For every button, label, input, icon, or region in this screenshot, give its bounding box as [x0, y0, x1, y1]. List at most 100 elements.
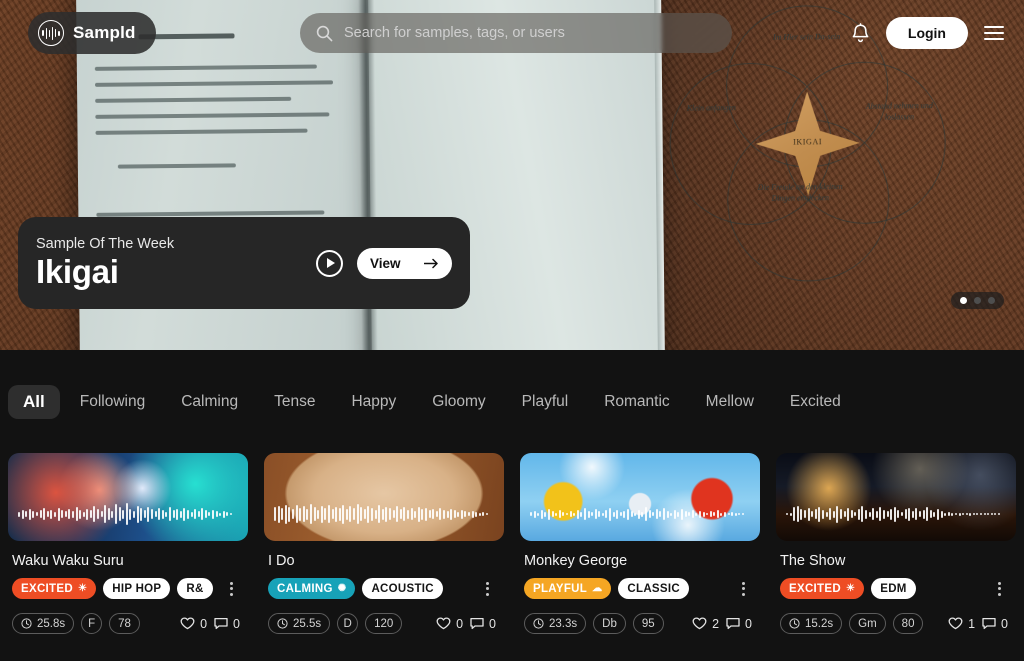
waveform-circle-icon — [38, 20, 64, 46]
mood-badge-label: EXCITED — [21, 582, 73, 595]
genre-tag[interactable]: HIP HOP — [103, 578, 171, 599]
bell-icon[interactable] — [851, 22, 870, 44]
tab-excited[interactable]: Excited — [774, 385, 857, 419]
duration-value: 15.2s — [805, 617, 834, 630]
sample-tags: PLAYFUL ☁ CLASSIC — [524, 578, 760, 599]
sample-tags: CALMING ✺ ACOUSTIC — [268, 578, 504, 599]
duration-pill: 15.2s — [780, 613, 843, 634]
kebab-menu-icon[interactable] — [483, 579, 492, 599]
waveform[interactable] — [530, 501, 750, 527]
hero-eyebrow: Sample Of The Week — [36, 235, 175, 252]
heart-icon — [436, 617, 451, 630]
tab-mellow[interactable]: Mellow — [690, 385, 770, 419]
sample-thumbnail[interactable] — [264, 453, 504, 541]
sample-thumbnail[interactable] — [520, 453, 760, 541]
bpm-pill: 78 — [109, 613, 140, 634]
like-stat[interactable]: 0 — [180, 617, 207, 631]
key-pill: Gm — [849, 613, 886, 634]
social-stats: 0 0 — [180, 617, 240, 631]
bpm-pill: 80 — [892, 613, 924, 634]
genre-tag[interactable]: CLASSIC — [618, 578, 689, 599]
venn-label-left: Klein anfangen — [686, 103, 736, 113]
carousel-dots[interactable] — [951, 292, 1004, 309]
carousel-dot-3[interactable] — [988, 297, 995, 304]
comment-stat[interactable]: 0 — [470, 617, 496, 631]
comment-icon — [214, 617, 228, 630]
sample-stats: 25.5s D 120 0 0 — [268, 613, 504, 634]
comment-stat[interactable]: 0 — [214, 617, 240, 631]
tab-tense[interactable]: Tense — [258, 385, 331, 419]
sample-card: I Do CALMING ✺ ACOUSTIC 25.5s D 120 0 0 — [256, 453, 512, 634]
like-stat[interactable]: 1 — [948, 617, 975, 631]
waveform[interactable] — [18, 501, 238, 527]
genre-tag[interactable]: ACOUSTIC — [362, 578, 443, 599]
kebab-menu-icon[interactable] — [995, 579, 1004, 599]
waveform[interactable] — [274, 501, 494, 527]
sample-title: I Do — [268, 553, 295, 569]
view-button-label: View — [370, 255, 401, 271]
brand-name: Sampld — [73, 23, 136, 42]
mood-filter-tabs: All Following Calming Tense Happy Gloomy… — [0, 350, 1024, 453]
search-icon — [316, 25, 333, 42]
social-stats: 2 0 — [692, 617, 752, 631]
sample-tags: EXCITED ☀ HIP HOP R& — [12, 578, 248, 599]
waveform[interactable] — [786, 501, 1006, 527]
duration-value: 25.8s — [37, 617, 66, 630]
tab-calming[interactable]: Calming — [165, 385, 254, 419]
mood-badge[interactable]: EXCITED ☀ — [780, 578, 865, 599]
carousel-dot-2[interactable] — [974, 297, 981, 304]
search-input[interactable] — [344, 25, 716, 41]
venn-label-bottom: Die Freude an den kleinen Dingen entdeck… — [757, 182, 843, 203]
comment-icon — [982, 617, 996, 630]
mood-badge[interactable]: PLAYFUL ☁ — [524, 578, 612, 599]
tab-happy[interactable]: Happy — [335, 385, 412, 419]
arrow-right-icon — [424, 258, 439, 269]
sample-stats: 15.2s Gm 80 1 0 — [780, 613, 1016, 634]
clock-icon — [533, 618, 544, 629]
genre-tag[interactable]: R& — [177, 578, 213, 599]
mood-badge[interactable]: CALMING ✺ — [268, 578, 356, 599]
sample-of-the-week-card[interactable]: Sample Of The Week Ikigai View — [18, 217, 470, 309]
sample-tags: EXCITED ☀ EDM — [780, 578, 1016, 599]
duration-value: 25.5s — [293, 617, 322, 630]
key-pill: Db — [593, 613, 626, 634]
tab-gloomy[interactable]: Gloomy — [416, 385, 501, 419]
sample-stats: 25.8s F 78 0 0 — [12, 613, 248, 634]
sample-thumbnail[interactable] — [8, 453, 248, 541]
like-count: 1 — [968, 616, 976, 631]
night-fire-dancer-image — [776, 453, 1016, 541]
carousel-dot-1[interactable] — [960, 297, 967, 304]
heart-icon — [692, 617, 707, 630]
comment-stat[interactable]: 0 — [982, 617, 1008, 631]
tab-playful[interactable]: Playful — [506, 385, 585, 419]
mood-badge-label: CALMING — [277, 582, 333, 595]
hero-title: Ikigai — [36, 252, 119, 290]
kebab-menu-icon[interactable] — [739, 579, 748, 599]
clock-icon — [21, 618, 32, 629]
clock-icon — [277, 618, 288, 629]
login-button[interactable]: Login — [885, 17, 968, 49]
comment-count: 0 — [1001, 616, 1008, 631]
comment-stat[interactable]: 0 — [726, 617, 752, 631]
play-circle-icon[interactable] — [316, 249, 343, 277]
view-button[interactable]: View — [357, 247, 452, 279]
like-stat[interactable]: 2 — [692, 617, 719, 631]
brand-logo[interactable]: Sampld — [28, 12, 156, 54]
nav-actions: Login — [851, 0, 1004, 66]
sample-title: The Show — [780, 553, 846, 569]
tab-all[interactable]: All — [8, 384, 60, 419]
tab-following[interactable]: Following — [64, 385, 161, 419]
sky-monkeys-image — [520, 453, 760, 541]
comment-count: 0 — [233, 616, 240, 631]
sample-thumbnail[interactable] — [776, 453, 1016, 541]
like-count: 2 — [712, 616, 720, 631]
tab-romantic[interactable]: Romantic — [588, 385, 685, 419]
like-stat[interactable]: 0 — [436, 617, 463, 631]
sample-title: Monkey George — [524, 553, 628, 569]
search-bar[interactable] — [300, 13, 732, 53]
bpm-pill: 95 — [632, 613, 664, 634]
genre-tag[interactable]: EDM — [871, 578, 916, 599]
kebab-menu-icon[interactable] — [227, 579, 236, 599]
mood-badge[interactable]: EXCITED ☀ — [12, 578, 97, 599]
hamburger-menu-icon[interactable] — [984, 26, 1004, 40]
